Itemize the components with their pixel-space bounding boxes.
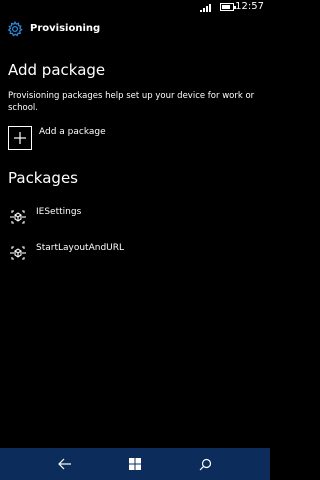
search-icon xyxy=(199,458,211,470)
status-icons xyxy=(200,2,236,12)
battery-icon xyxy=(220,3,236,11)
package-label: StartLayoutAndURL xyxy=(36,243,125,253)
status-bar: 12:57 xyxy=(0,0,270,14)
clock: 12:57 xyxy=(235,1,264,12)
add-package-label[interactable]: Add a package xyxy=(39,126,106,138)
add-package-description: Provisioning packages help set up your d… xyxy=(8,91,255,113)
page-header: Provisioning xyxy=(0,18,270,42)
back-icon xyxy=(58,458,71,470)
search-button[interactable] xyxy=(185,448,225,480)
package-icon xyxy=(10,246,26,260)
navigation-bar xyxy=(0,448,270,480)
packages-heading: Packages xyxy=(8,169,78,187)
package-item-startlayoutandurl[interactable]: StartLayoutAndURL xyxy=(0,240,270,264)
add-package-heading: Add package xyxy=(8,61,106,79)
gear-icon xyxy=(7,21,23,37)
back-button[interactable] xyxy=(45,448,85,480)
package-icon xyxy=(10,210,26,224)
package-label: IESettings xyxy=(36,207,82,217)
start-button[interactable] xyxy=(115,448,155,480)
signal-icon xyxy=(200,3,211,12)
page-title: Provisioning xyxy=(30,23,101,34)
plus-icon xyxy=(14,132,26,144)
windows-start-icon xyxy=(129,458,141,470)
battery-fill xyxy=(222,5,230,9)
package-item-iesettings[interactable]: IESettings xyxy=(0,204,270,228)
add-package-button[interactable] xyxy=(8,126,32,150)
